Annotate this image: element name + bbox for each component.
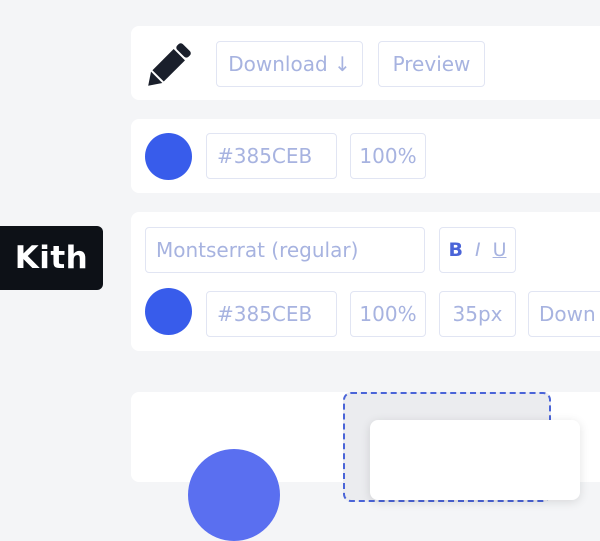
text-color-hex-input[interactable]: #385CEB xyxy=(206,291,337,337)
preview-circle xyxy=(188,449,280,541)
text-opacity-input[interactable]: 100% xyxy=(350,291,426,337)
fill-color-swatch[interactable] xyxy=(145,133,192,180)
fill-opacity-input[interactable]: 100% xyxy=(350,133,426,179)
italic-toggle[interactable]: I xyxy=(475,239,481,261)
kith-badge: Kith xyxy=(0,226,103,290)
underline-toggle[interactable]: U xyxy=(493,239,507,261)
toolbar-panel xyxy=(131,26,600,100)
text-color-swatch[interactable] xyxy=(145,288,192,335)
download-button[interactable]: Download ↓ xyxy=(216,41,363,87)
truncated-dropdown-button[interactable]: Down xyxy=(528,291,600,337)
text-style-group: B I U xyxy=(439,227,516,273)
pencil-icon[interactable] xyxy=(138,36,198,96)
bold-toggle[interactable]: B xyxy=(448,239,462,261)
fill-color-hex-input[interactable]: #385CEB xyxy=(206,133,337,179)
font-family-select[interactable]: Montserrat (regular) xyxy=(145,227,425,273)
preview-button[interactable]: Preview xyxy=(378,41,485,87)
preview-card xyxy=(370,420,580,500)
font-size-input[interactable]: 35px xyxy=(439,291,516,337)
